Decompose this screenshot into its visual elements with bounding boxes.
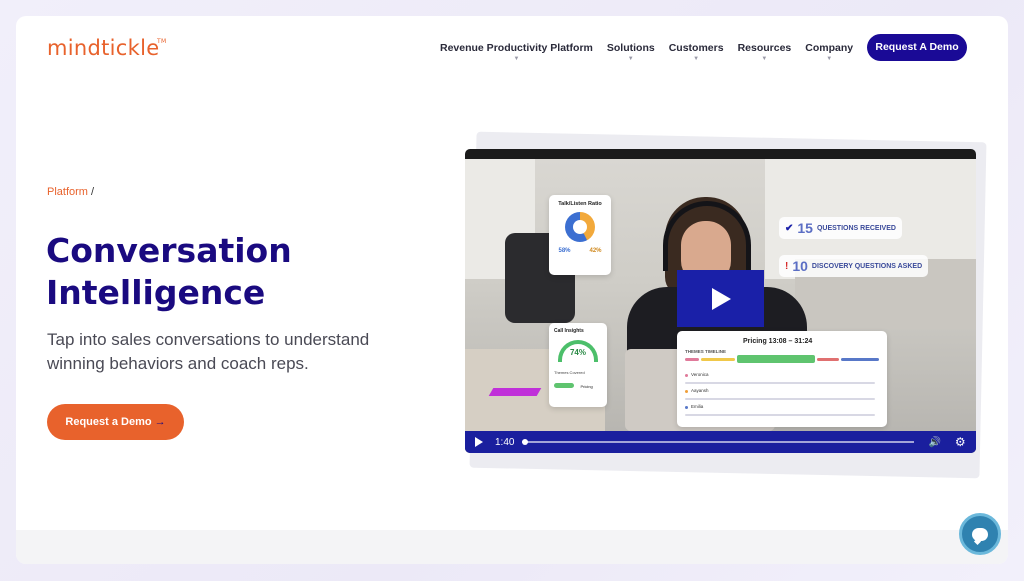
settings-gear-icon[interactable]: ⚙ bbox=[955, 435, 966, 449]
request-demo-hero-button[interactable]: Request a Demo → bbox=[47, 404, 184, 440]
page-container: mindtickle TM Revenue Productivity Platf… bbox=[16, 16, 1008, 564]
chevron-down-icon: ▼ bbox=[627, 56, 634, 62]
chevron-down-icon: ▼ bbox=[513, 56, 520, 62]
speaker-track bbox=[685, 414, 875, 416]
pricing-theme-chip bbox=[554, 383, 574, 388]
call-score: 74% bbox=[569, 348, 586, 357]
video-player[interactable]: Talk/Listen Ratio 58% 42% Call Insights … bbox=[465, 149, 976, 453]
call-insights-card: Call Insights 74% Themes Covered Pricing bbox=[549, 323, 607, 407]
discovery-questions-label: DISCOVERY QUESTIONS ASKED bbox=[811, 262, 923, 270]
discovery-questions-count: 10 bbox=[792, 258, 808, 274]
chat-bubble-icon bbox=[972, 527, 988, 541]
chevron-down-icon: ▼ bbox=[693, 56, 700, 62]
page-title: Conversation Intelligence bbox=[46, 230, 426, 314]
speaker-dot bbox=[685, 390, 688, 393]
themes-timeline-card: Pricing 13:08 – 31:24 THEMES TIMELINE Ve… bbox=[677, 331, 887, 427]
speaker-track bbox=[685, 382, 875, 384]
volume-icon[interactable]: 🔊 bbox=[928, 437, 940, 448]
control-play-icon[interactable] bbox=[475, 437, 483, 447]
chat-widget-button[interactable] bbox=[959, 513, 1001, 555]
exclamation-icon: ! bbox=[785, 260, 789, 272]
talk-listen-card: Talk/Listen Ratio 58% 42% bbox=[549, 195, 611, 275]
call-insights-title: Call Insights bbox=[554, 328, 584, 334]
video-control-bar: 1:40 🔊 ⚙ bbox=[465, 431, 976, 453]
timeline-segment bbox=[701, 358, 735, 361]
next-section-band bbox=[16, 530, 1008, 564]
request-demo-nav-button[interactable]: Request A Demo bbox=[867, 34, 967, 61]
nav-item-solutions[interactable]: Solutions ▼ bbox=[606, 38, 655, 62]
speaker-name: Veronica bbox=[691, 372, 709, 377]
talk-listen-donut bbox=[565, 212, 595, 242]
chevron-down-icon: ▼ bbox=[761, 56, 768, 62]
video-progress-track[interactable] bbox=[522, 439, 915, 445]
nav-item-resources[interactable]: Resources ▼ bbox=[737, 38, 792, 62]
main-nav: Revenue Productivity Platform ▼ Solution… bbox=[440, 38, 867, 62]
video-play-button[interactable] bbox=[677, 270, 764, 327]
talk-listen-title: Talk/Listen Ratio bbox=[558, 201, 602, 207]
logo-wordmark: mindtickle bbox=[47, 36, 160, 60]
mindtickle-logo[interactable]: mindtickle TM bbox=[47, 36, 166, 60]
nav-item-label: Resources bbox=[737, 42, 792, 54]
nav-item-label: Revenue Productivity Platform bbox=[440, 42, 593, 54]
themes-timeline-title: THEMES TIMELINE bbox=[685, 349, 727, 354]
title-line-1: Conversation bbox=[46, 231, 292, 270]
nav-item-company[interactable]: Company ▼ bbox=[805, 38, 854, 62]
speaker-dot bbox=[685, 406, 688, 409]
questions-received-badge: ✔ 15 QUESTIONS RECEIVED bbox=[779, 217, 902, 239]
breadcrumb-separator: / bbox=[87, 186, 95, 198]
themes-covered-label: Themes Covered bbox=[554, 370, 585, 375]
nav-item-customers[interactable]: Customers ▼ bbox=[668, 38, 724, 62]
breadcrumb: Platform / bbox=[47, 186, 94, 198]
timeline-segment bbox=[737, 355, 815, 363]
play-icon bbox=[711, 287, 731, 310]
call-score-gauge: 74% bbox=[558, 340, 598, 362]
breadcrumb-platform-link[interactable]: Platform bbox=[47, 186, 88, 198]
timeline-segment bbox=[685, 358, 699, 361]
timeline-segment bbox=[841, 358, 879, 361]
speaker-name: Aayansh bbox=[691, 388, 709, 393]
highlight-tag bbox=[488, 388, 542, 396]
request-demo-label: Request a Demo bbox=[65, 416, 152, 428]
speaker-track bbox=[685, 398, 875, 400]
video-frame: Talk/Listen Ratio 58% 42% Call Insights … bbox=[465, 159, 976, 431]
arrow-right-icon: → bbox=[154, 416, 166, 428]
pricing-chip-label: Pricing bbox=[580, 384, 593, 389]
speaker-dot bbox=[685, 374, 688, 377]
nav-item-label: Customers bbox=[668, 42, 724, 54]
timeline-segment bbox=[817, 358, 839, 361]
nav-item-label: Solutions bbox=[606, 42, 655, 54]
talk-percentage: 58% bbox=[558, 248, 571, 254]
speaker-name: Emilia bbox=[691, 404, 704, 409]
pricing-range-label: Pricing 13:08 – 31:24 bbox=[743, 338, 813, 345]
title-line-2: Intelligence bbox=[46, 273, 266, 312]
nav-item-revenue-productivity-platform[interactable]: Revenue Productivity Platform ▼ bbox=[440, 38, 593, 62]
check-icon: ✔ bbox=[785, 222, 794, 234]
chevron-down-icon: ▼ bbox=[826, 56, 833, 62]
logo-trademark: TM bbox=[157, 38, 167, 45]
nav-item-label: Company bbox=[805, 42, 854, 54]
questions-received-label: QUESTIONS RECEIVED bbox=[816, 224, 896, 232]
questions-received-count: 15 bbox=[797, 220, 813, 236]
hero-subtitle: Tap into sales conversations to understa… bbox=[47, 330, 370, 373]
listen-percentage: 42% bbox=[589, 248, 602, 254]
video-progress-knob[interactable] bbox=[522, 439, 529, 445]
video-current-time: 1:40 bbox=[495, 436, 515, 448]
talk-listen-values: 58% 42% bbox=[549, 248, 611, 254]
discovery-questions-badge: ! 10 DISCOVERY QUESTIONS ASKED bbox=[779, 255, 929, 277]
